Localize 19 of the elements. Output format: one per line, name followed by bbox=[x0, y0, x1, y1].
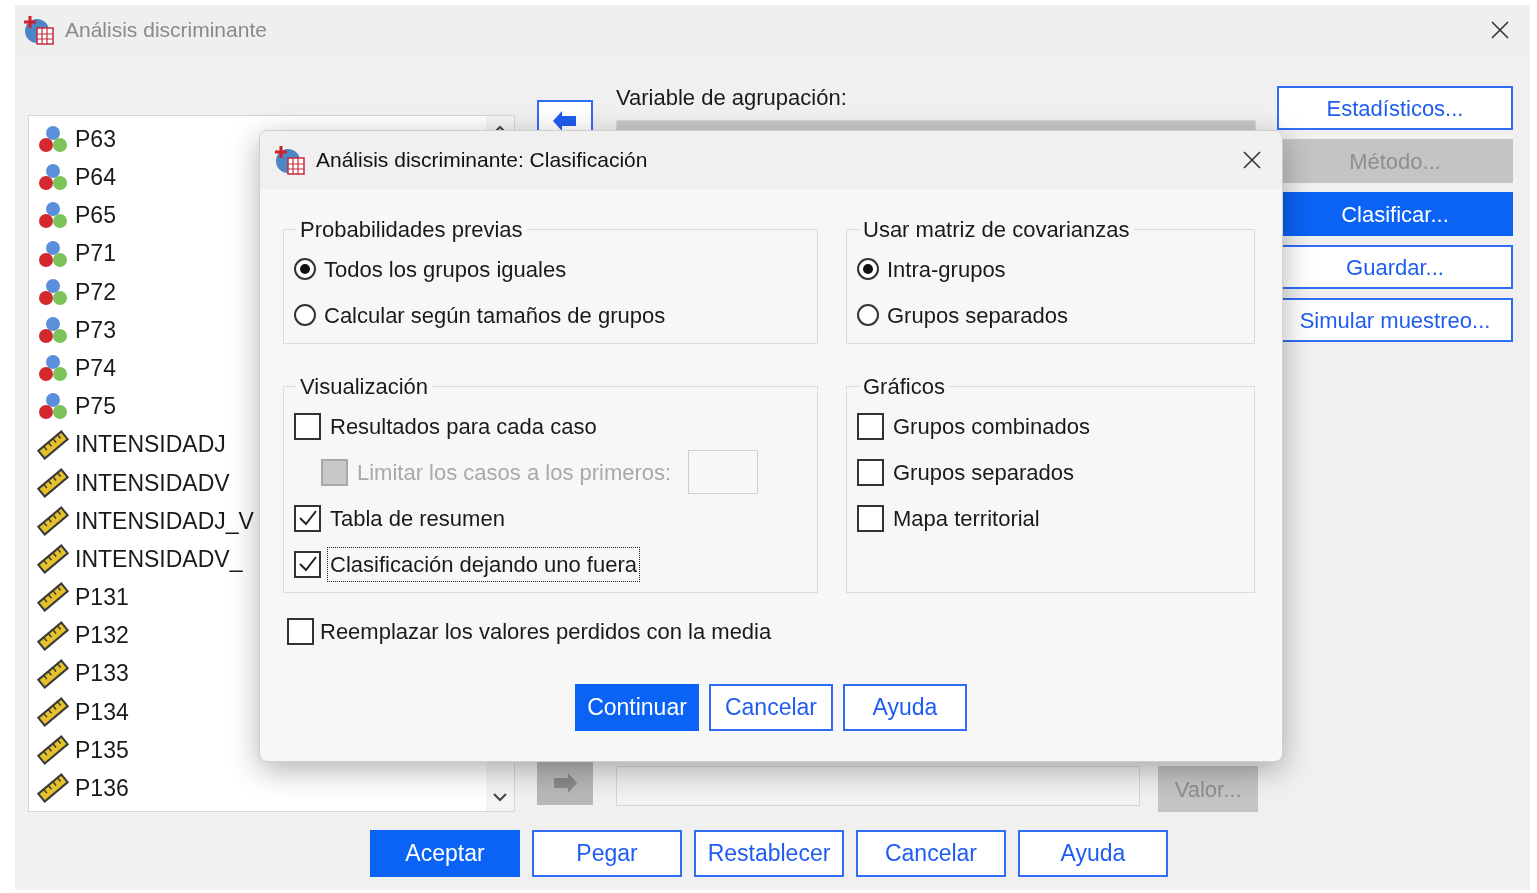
checkbox-label: Limitar los casos a los primeros: bbox=[356, 458, 673, 487]
group-title: Probabilidades previas bbox=[299, 216, 524, 244]
radio-label: Todos los grupos iguales bbox=[324, 255, 567, 284]
radio-label: Grupos separados bbox=[887, 301, 1068, 330]
window-title: Análisis discriminante bbox=[65, 17, 267, 44]
checkbox-label: Grupos separados bbox=[892, 458, 1075, 487]
field-label: Variable de agrupación: bbox=[616, 84, 848, 112]
group-title: Gráficos bbox=[862, 373, 946, 401]
checkbox-label: Reemplazar los valores perdidos con la media bbox=[320, 618, 772, 646]
checkbox-label: Mapa territorial bbox=[892, 504, 1041, 533]
checkbox-label: Tabla de resumen bbox=[329, 504, 506, 533]
checkbox-label: Resultados para cada caso bbox=[329, 412, 598, 441]
radio-label: Intra-grupos bbox=[887, 255, 1006, 284]
checkbox-label: Grupos combinados bbox=[892, 412, 1091, 441]
group-title: Usar matriz de covarianzas bbox=[862, 216, 1131, 244]
dialog-title: Análisis discriminante: Clasificación bbox=[316, 147, 648, 174]
group-title: Visualización bbox=[299, 373, 429, 401]
radio-label: Calcular según tamaños de grupos bbox=[324, 301, 666, 330]
checkbox-label: Clasificación dejando uno fuera bbox=[327, 546, 640, 582]
